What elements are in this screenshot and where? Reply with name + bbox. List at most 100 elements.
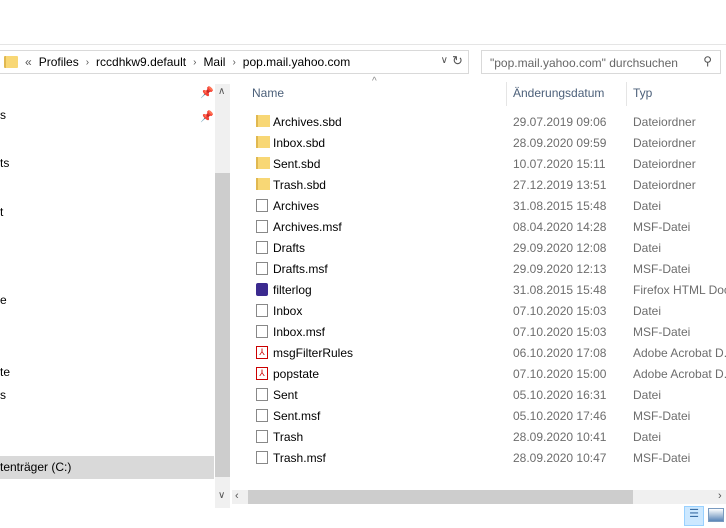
nav-item[interactable]: te <box>0 365 10 379</box>
file-type: MSF-Datei <box>633 262 691 276</box>
file-name: Sent <box>273 388 298 402</box>
file-row[interactable]: Trash 28.09.2020 10:41 Datei <box>248 426 726 447</box>
file-row[interactable]: Drafts.msf 29.09.2020 12:13 MSF-Datei <box>248 258 726 279</box>
file-date: 05.10.2020 17:46 <box>513 409 607 423</box>
horizontal-scrollbar-thumb[interactable] <box>248 490 633 504</box>
file-row[interactable]: Archives.msf 08.04.2020 14:28 MSF-Datei <box>248 216 726 237</box>
file-type: Datei <box>633 241 662 255</box>
file-date: 31.08.2015 15:48 <box>513 283 607 297</box>
file-type: MSF-Datei <box>633 220 691 234</box>
file-row[interactable]: Archives.sbd 29.07.2019 09:06 Dateiordne… <box>248 111 726 132</box>
address-bar[interactable]: « Profiles › rccdhkw9.default › Mail › p… <box>0 50 469 74</box>
file-row[interactable]: Trash.msf 28.09.2020 10:47 MSF-Datei <box>248 447 726 468</box>
breadcrumb-profiles[interactable]: Profiles <box>39 55 79 69</box>
file-row[interactable]: Trash.sbd 27.12.2019 13:51 Dateiordner <box>248 174 726 195</box>
folder-icon <box>256 115 270 127</box>
file-date: 07.10.2020 15:00 <box>513 367 607 381</box>
large-icons-view-icon[interactable] <box>708 508 724 522</box>
file-date: 28.09.2020 10:47 <box>513 451 607 465</box>
file-type: Datei <box>633 304 662 318</box>
column-header-name[interactable]: Name <box>252 86 284 100</box>
file-type: MSF-Datei <box>633 409 691 423</box>
file-row[interactable]: ⅄ popstate 07.10.2020 15:00 Adobe Acroba… <box>248 363 726 384</box>
file-row[interactable]: Archives 31.08.2015 15:48 Datei <box>248 195 726 216</box>
chevron-right-icon[interactable]: › <box>86 57 89 68</box>
nav-item[interactable]: ts <box>0 156 9 170</box>
file-date: 07.10.2020 15:03 <box>513 325 607 339</box>
file-type: MSF-Datei <box>633 451 691 465</box>
file-icon <box>256 262 268 275</box>
file-icon <box>256 304 268 317</box>
search-icon[interactable]: ⚲ <box>703 54 712 68</box>
file-icon <box>256 451 268 464</box>
search-placeholder: "pop.mail.yahoo.com" durchsuchen <box>490 56 678 70</box>
file-type: Dateiordner <box>633 157 696 171</box>
file-icon <box>256 430 268 443</box>
file-date: 08.04.2020 14:28 <box>513 220 607 234</box>
breadcrumb-profile[interactable]: rccdhkw9.default <box>96 55 186 69</box>
file-row[interactable]: Inbox.msf 07.10.2020 15:03 MSF-Datei <box>248 321 726 342</box>
chevron-right-icon[interactable]: › <box>232 57 235 68</box>
file-date: 29.07.2019 09:06 <box>513 115 607 129</box>
file-name: popstate <box>273 367 320 381</box>
file-row[interactable]: filterlog 31.08.2015 15:48 Firefox HTML … <box>248 279 726 300</box>
file-type: Datei <box>633 199 662 213</box>
breadcrumb-mail[interactable]: Mail <box>203 55 225 69</box>
file-name: Inbox.msf <box>273 325 326 339</box>
scroll-down-icon[interactable]: ∨ <box>218 490 225 501</box>
details-view-icon[interactable]: ☰ <box>684 506 704 526</box>
nav-item[interactable]: s <box>0 388 6 402</box>
file-type: Adobe Acrobat D. <box>633 346 726 360</box>
file-name: Sent.msf <box>273 409 321 423</box>
scroll-up-icon[interactable]: ∧ <box>218 86 225 97</box>
breadcrumb-current[interactable]: pop.mail.yahoo.com <box>243 55 350 69</box>
file-date: 06.10.2020 17:08 <box>513 346 607 360</box>
chevron-right-icon[interactable]: › <box>193 57 196 68</box>
nav-item[interactable]: s <box>0 108 6 122</box>
file-name: filterlog <box>273 283 312 297</box>
chevron-down-icon[interactable]: ∨ <box>441 55 448 66</box>
folder-icon <box>256 178 270 190</box>
file-name: Drafts <box>273 241 306 255</box>
file-name: Sent.sbd <box>273 157 321 171</box>
file-type: MSF-Datei <box>633 325 691 339</box>
pdf-icon: ⅄ <box>256 367 268 380</box>
file-date: 31.08.2015 15:48 <box>513 199 607 213</box>
column-divider[interactable] <box>506 82 507 106</box>
nav-item[interactable]: t <box>0 205 3 219</box>
scroll-left-icon[interactable]: ‹ <box>235 490 239 502</box>
file-row[interactable]: Sent 05.10.2020 16:31 Datei <box>248 384 726 405</box>
sort-ascending-icon: ^ <box>372 76 377 87</box>
file-date: 29.09.2020 12:08 <box>513 241 607 255</box>
file-type: Datei <box>633 388 662 402</box>
file-name: Archives.msf <box>273 220 342 234</box>
file-name: Trash.sbd <box>273 178 326 192</box>
file-name: Inbox.sbd <box>273 136 326 150</box>
file-row[interactable]: Sent.sbd 10.07.2020 15:11 Dateiordner <box>248 153 726 174</box>
column-divider[interactable] <box>626 82 627 106</box>
pin-icon[interactable]: 📌 <box>200 86 214 99</box>
column-header-date[interactable]: Änderungsdatum <box>513 86 604 100</box>
file-row[interactable]: Sent.msf 05.10.2020 17:46 MSF-Datei <box>248 405 726 426</box>
scroll-right-icon[interactable]: › <box>718 490 722 502</box>
nav-item-drive-c[interactable]: tenträger (C:) <box>0 460 71 474</box>
breadcrumb-overflow[interactable]: « <box>25 55 32 69</box>
file-name: Archives.sbd <box>273 115 342 129</box>
pin-icon[interactable]: 📌 <box>200 110 214 123</box>
nav-item[interactable]: e <box>0 293 7 307</box>
file-type: Firefox HTML Doc <box>633 283 726 297</box>
file-name: Archives <box>273 199 320 213</box>
column-header-type[interactable]: Typ <box>633 86 652 100</box>
file-icon <box>256 388 268 401</box>
file-type: Dateiordner <box>633 115 696 129</box>
nav-scrollbar-thumb[interactable] <box>215 173 230 477</box>
file-row[interactable]: Inbox.sbd 28.09.2020 09:59 Dateiordner <box>248 132 726 153</box>
search-input[interactable]: "pop.mail.yahoo.com" durchsuchen ⚲ <box>481 50 721 74</box>
refresh-icon[interactable]: ↻ <box>452 53 463 69</box>
file-row[interactable]: ⅄ msgFilterRules 06.10.2020 17:08 Adobe … <box>248 342 726 363</box>
file-name: Trash.msf <box>273 451 326 465</box>
file-row[interactable]: Drafts 29.09.2020 12:08 Datei <box>248 237 726 258</box>
file-icon <box>256 241 268 254</box>
file-row[interactable]: Inbox 07.10.2020 15:03 Datei <box>248 300 726 321</box>
file-icon <box>256 325 268 338</box>
